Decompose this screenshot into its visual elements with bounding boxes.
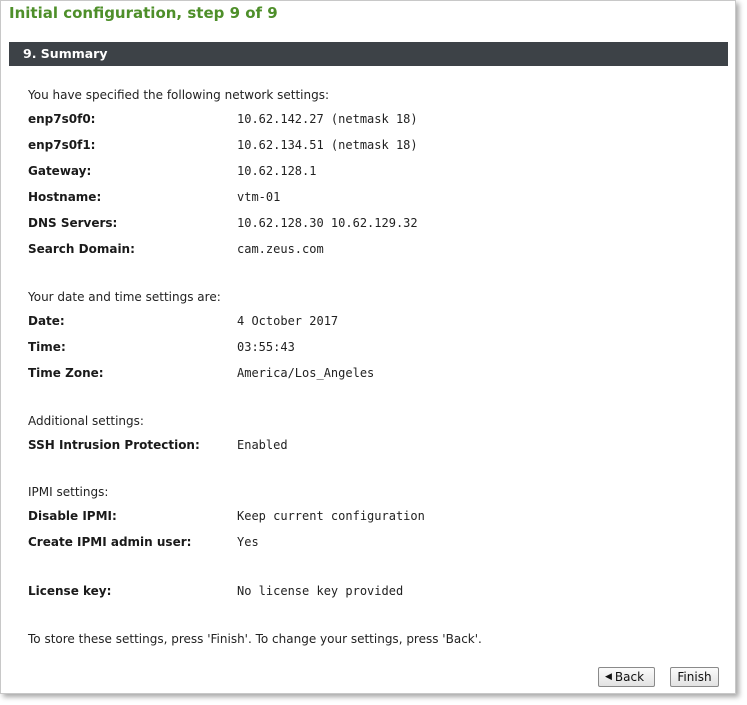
- setting-value: 03:55:43: [237, 340, 295, 354]
- setting-label: Create IPMI admin user:: [28, 535, 192, 549]
- network-row-enp7s0f1: enp7s0f1: 10.62.134.51 (netmask 18): [28, 138, 718, 156]
- setting-value: vtm-01: [237, 190, 281, 204]
- setting-value: Yes: [237, 535, 259, 549]
- setting-label: License key:: [28, 584, 112, 598]
- network-row-gateway: Gateway: 10.62.128.1: [28, 164, 718, 182]
- finish-button[interactable]: Finish: [670, 667, 719, 687]
- datetime-row-time: Time: 03:55:43: [28, 340, 718, 358]
- page-title: Initial configuration, step 9 of 9: [9, 4, 278, 22]
- setting-value: 4 October 2017: [237, 314, 339, 328]
- setting-label: Disable IPMI:: [28, 509, 117, 523]
- setting-label: Time Zone:: [28, 366, 104, 380]
- footer-instructions: To store these settings, press 'Finish'.…: [28, 632, 482, 646]
- finish-button-label: Finish: [677, 670, 712, 684]
- setting-label: Search Domain:: [28, 242, 135, 256]
- back-button[interactable]: ◀ Back: [598, 667, 655, 687]
- setting-label: Date:: [28, 314, 65, 328]
- datetime-intro: Your date and time settings are:: [28, 290, 221, 304]
- network-row-hostname: Hostname: vtm-01: [28, 190, 718, 208]
- setting-value: 10.62.128.30 10.62.129.32: [237, 216, 418, 230]
- setting-value: cam.zeus.com: [237, 242, 324, 256]
- setting-label: Time:: [28, 340, 66, 354]
- setting-value: Keep current configuration: [237, 509, 425, 523]
- setting-label: SSH Intrusion Protection:: [28, 438, 200, 452]
- additional-row-ssh: SSH Intrusion Protection: Enabled: [28, 438, 718, 456]
- setting-value: 10.62.134.51 (netmask 18): [237, 138, 418, 152]
- network-row-enp7s0f0: enp7s0f0: 10.62.142.27 (netmask 18): [28, 112, 718, 130]
- network-row-search-domain: Search Domain: cam.zeus.com: [28, 242, 718, 260]
- setting-label: Hostname:: [28, 190, 102, 204]
- setting-value: No license key provided: [237, 584, 404, 598]
- setting-value: 10.62.128.1: [237, 164, 317, 178]
- license-row: License key: No license key provided: [28, 584, 718, 602]
- ipmi-intro: IPMI settings:: [28, 485, 109, 499]
- network-intro: You have specified the following network…: [28, 88, 330, 102]
- wizard-window: Initial configuration, step 9 of 9 9. Su…: [0, 0, 736, 694]
- setting-value: 10.62.142.27 (netmask 18): [237, 112, 418, 126]
- setting-label: enp7s0f0:: [28, 112, 96, 126]
- datetime-row-date: Date: 4 October 2017: [28, 314, 718, 332]
- back-button-label: Back: [614, 670, 645, 684]
- setting-label: DNS Servers:: [28, 216, 118, 230]
- setting-label: enp7s0f1:: [28, 138, 96, 152]
- additional-intro: Additional settings:: [28, 414, 144, 428]
- setting-value: America/Los_Angeles: [237, 366, 375, 380]
- section-header: 9. Summary: [9, 42, 728, 66]
- setting-value: Enabled: [237, 438, 288, 452]
- ipmi-row-admin-user: Create IPMI admin user: Yes: [28, 535, 718, 553]
- ipmi-row-disable: Disable IPMI: Keep current configuration: [28, 509, 718, 527]
- setting-label: Gateway:: [28, 164, 92, 178]
- left-arrow-icon: ◀: [605, 672, 612, 682]
- datetime-row-time-zone: Time Zone: America/Los_Angeles: [28, 366, 718, 384]
- network-row-dns-servers: DNS Servers: 10.62.128.30 10.62.129.32: [28, 216, 718, 234]
